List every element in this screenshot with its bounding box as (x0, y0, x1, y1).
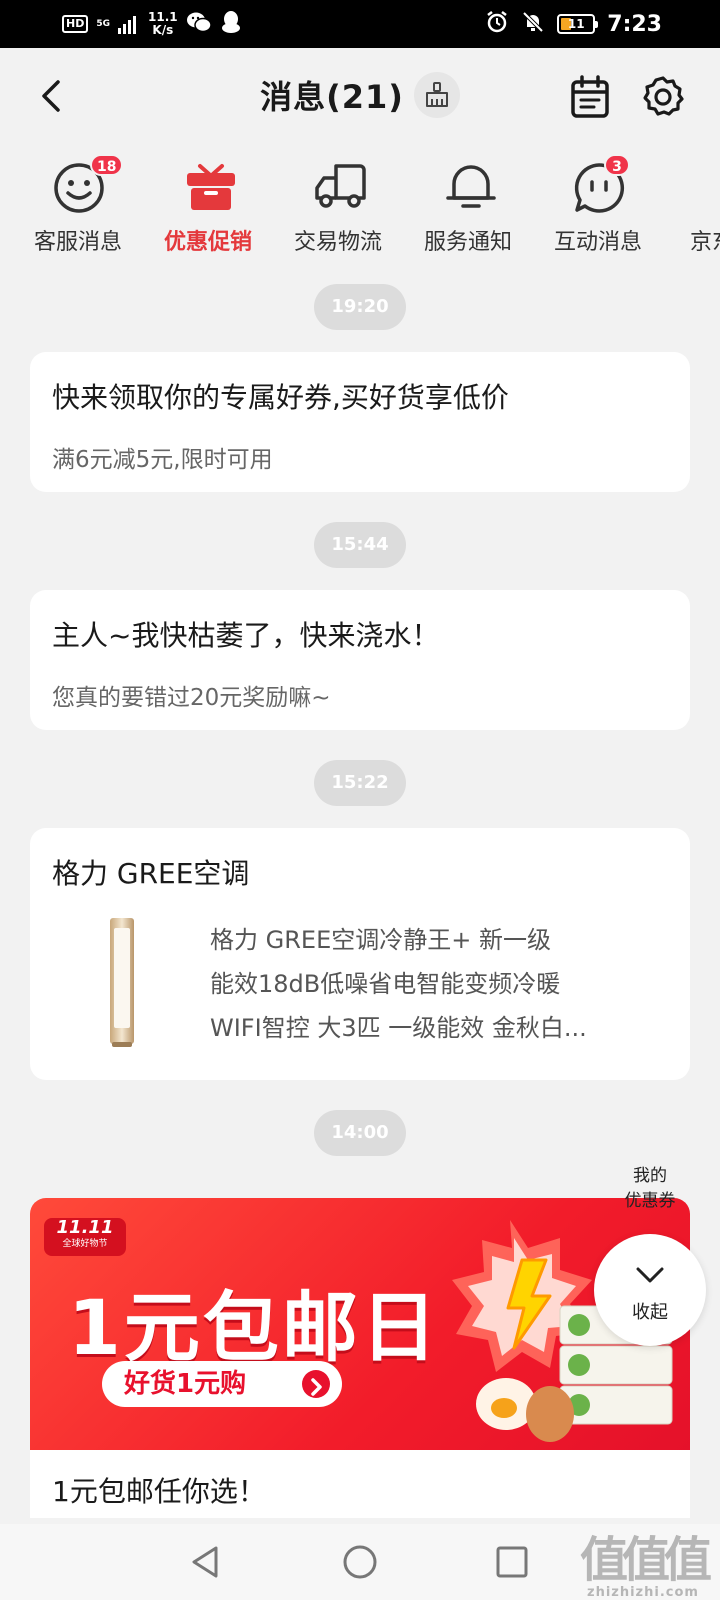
unread-badge: 3 (604, 154, 630, 176)
signal-icon (118, 14, 136, 34)
category-promotions[interactable]: 优惠促销 (142, 152, 274, 262)
arrow-right-icon (302, 1370, 330, 1398)
clear-unread-button[interactable] (413, 72, 460, 118)
header: 消息(21) (0, 48, 720, 148)
message-card-watering[interactable]: 主人~我快枯萎了，快来浇水！ 您真的要错过20元奖励嘛~ (30, 590, 690, 730)
category-more[interactable]: 京东 (662, 152, 720, 262)
my-coupons-link[interactable]: 我的 优惠券 (612, 1164, 688, 1214)
title-wrap: 消息(21) (0, 72, 720, 118)
banner-cta-label: 好货1元购 (124, 1369, 247, 1399)
wechat-icon (186, 11, 212, 37)
network-type: 5G (96, 19, 110, 29)
clock: 7:23 (607, 11, 662, 37)
category-label: 京东 (690, 230, 720, 255)
message-card-coupon[interactable]: 快来领取你的专属好券,买好货享低价 满6元减5元,限时可用 (30, 352, 690, 492)
message-subtitle: 满6元减5元,限时可用 (52, 447, 273, 473)
site-watermark: 值值值 zhizhizhi.com (579, 1532, 712, 1600)
bell-icon (442, 158, 500, 214)
unread-badge: 18 (90, 154, 124, 176)
battery-level: 11 (567, 17, 585, 31)
timestamp-pill: 19:20 (314, 284, 406, 330)
collapse-button[interactable]: 收起 (594, 1234, 706, 1346)
banner-title: 1元包邮日 (68, 1283, 440, 1372)
category-customer-service[interactable]: 18 客服消息 (12, 152, 144, 262)
product-description: 格力 GREE空调冷静王+ 新一级 能效18dB低噪省电智能变频冷暖 WIFI智… (210, 918, 630, 1050)
message-card-promo[interactable]: 11.11 全球好物节 1元包邮日 好货1元购 1元包邮任你选！ (30, 1198, 690, 1518)
message-subtitle: 您真的要错过20元奖励嘛~ (52, 685, 331, 711)
alarm-icon (485, 10, 509, 38)
system-nav-bar: 值值值 zhizhizhi.com (0, 1524, 720, 1600)
message-title: 快来领取你的专属好券,买好货享低价 (52, 381, 509, 414)
status-right: 11 7:23 (485, 10, 662, 38)
hd-indicator: HD (62, 15, 89, 33)
message-card-product[interactable]: 格力 GREE空调 格力 GREE空调冷静王+ 新一级 能效18dB低噪省电智能… (30, 828, 690, 1080)
product-line: WIFI智控 大3匹 一级能效 金秋白... (210, 1014, 587, 1042)
product-line: 能效18dB低噪省电智能变频冷暖 (210, 970, 561, 998)
chat-face-icon: 3 (572, 154, 630, 214)
nav-home-button[interactable] (340, 1542, 380, 1582)
nav-back-button[interactable] (186, 1542, 226, 1582)
promo-banner[interactable]: 11.11 全球好物节 1元包邮日 好货1元购 (30, 1198, 690, 1450)
category-logistics[interactable]: 交易物流 (272, 152, 404, 262)
status-left: HD 5G 11.1 K/s (62, 10, 242, 38)
message-title: 主人~我快枯萎了，快来浇水！ (52, 619, 440, 652)
timestamp-pill: 15:44 (314, 522, 406, 568)
category-bar: 18 客服消息 优惠促销 交易物流 服务通知 3 互动消息 京 (0, 152, 720, 262)
category-label: 客服消息 (33, 230, 122, 255)
truck-icon (312, 158, 370, 214)
calendar-button[interactable] (568, 74, 612, 120)
gift-icon (182, 158, 240, 214)
category-label: 服务通知 (423, 230, 512, 255)
smiley-icon: 18 (52, 154, 124, 214)
broom-icon (425, 82, 448, 107)
product-line: 格力 GREE空调冷静王+ 新一级 (210, 926, 551, 954)
circle-home-icon (343, 1545, 377, 1579)
qq-icon (220, 10, 242, 38)
status-bar: HD 5G 11.1 K/s 11 7:23 (0, 0, 720, 48)
network-speed: 11.1 K/s (148, 10, 178, 37)
battery-icon: 11 (557, 14, 599, 34)
category-label: 优惠促销 (163, 230, 252, 255)
collapse-label: 收起 (632, 1302, 668, 1323)
category-interaction[interactable]: 3 互动消息 (532, 152, 664, 262)
chevron-down-icon (636, 1267, 664, 1283)
message-title: 1元包邮任你选！ (52, 1475, 266, 1508)
product-image (108, 918, 136, 1048)
page-title: 消息(21) (260, 78, 404, 116)
category-service-notice[interactable]: 服务通知 (402, 152, 534, 262)
triangle-back-icon (192, 1546, 218, 1578)
banner-cta-button[interactable]: 好货1元购 (102, 1361, 342, 1407)
category-label: 交易物流 (293, 230, 382, 255)
gear-icon (643, 76, 684, 116)
settings-button[interactable] (640, 74, 686, 120)
category-label: 互动消息 (553, 230, 642, 255)
nav-recents-button[interactable] (492, 1542, 532, 1582)
double11-logo: 11.11 全球好物节 (44, 1218, 126, 1256)
square-recents-icon (496, 1546, 528, 1578)
mute-bell-icon (521, 10, 545, 38)
timestamp-pill: 15:22 (314, 760, 406, 806)
timestamp-pill: 14:00 (314, 1110, 406, 1156)
message-title: 格力 GREE空调 (52, 857, 250, 890)
calendar-icon (571, 75, 609, 118)
